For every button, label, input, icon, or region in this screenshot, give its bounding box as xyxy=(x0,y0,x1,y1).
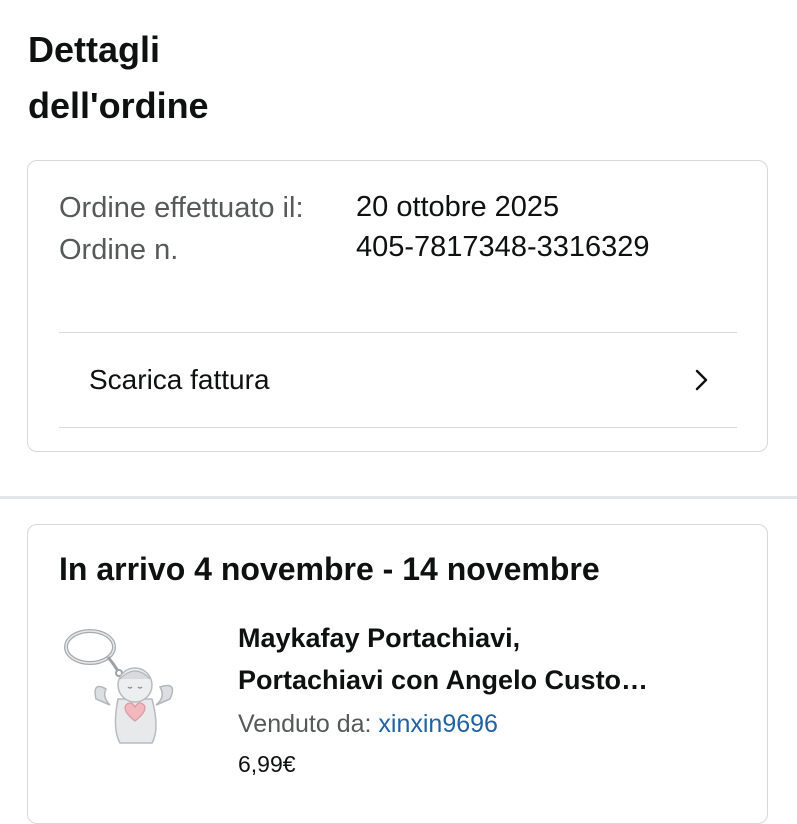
seller-link[interactable]: xinxin9696 xyxy=(378,710,498,738)
product-price: 6,99€ xyxy=(238,751,296,777)
download-invoice-label: Scarica fattura xyxy=(89,364,270,395)
angel-keychain-image[interactable] xyxy=(62,621,192,751)
product-info: Maykafay Portachiavi, Portachiavi con An… xyxy=(238,617,738,781)
order-summary-card: Ordine effettuato il: Ordine n. 20 ottob… xyxy=(27,160,768,452)
order-number-value: 405-7817348-3316329 xyxy=(356,231,650,263)
page-title-line-1: Dettagli xyxy=(28,29,161,70)
seller-line: Venduto da: xinxin9696 xyxy=(238,705,738,743)
order-date-label: Ordine effettuato il: xyxy=(59,192,304,224)
section-separator xyxy=(0,496,797,499)
page-title-line-2: dell'ordine xyxy=(28,85,209,126)
order-number-label: Ordine n. xyxy=(59,234,179,266)
product-title-link[interactable]: Maykafay Portachiavi, Portachiavi con An… xyxy=(238,617,738,701)
delivery-estimate-heading: In arrivo 4 novembre - 14 novembre xyxy=(59,551,600,587)
chevron-right-icon xyxy=(695,369,708,391)
order-values: 20 ottobre 2025 405-7817348-3316329 xyxy=(356,187,650,267)
order-labels: Ordine effettuato il: Ordine n. xyxy=(59,187,329,271)
product-title-line-2: Portachiavi con Angelo Custo… xyxy=(238,665,649,695)
shipment-card: In arrivo 4 novembre - 14 novembre Mayka… xyxy=(27,524,768,824)
seller-label: Venduto da: xyxy=(238,710,372,738)
page-title: Dettagli dell'ordine xyxy=(28,22,328,134)
divider xyxy=(59,427,737,428)
order-date-value: 20 ottobre 2025 xyxy=(356,191,560,223)
download-invoice-row[interactable]: Scarica fattura xyxy=(59,333,737,427)
product-title-line-1: Maykafay Portachiavi, xyxy=(238,623,521,653)
